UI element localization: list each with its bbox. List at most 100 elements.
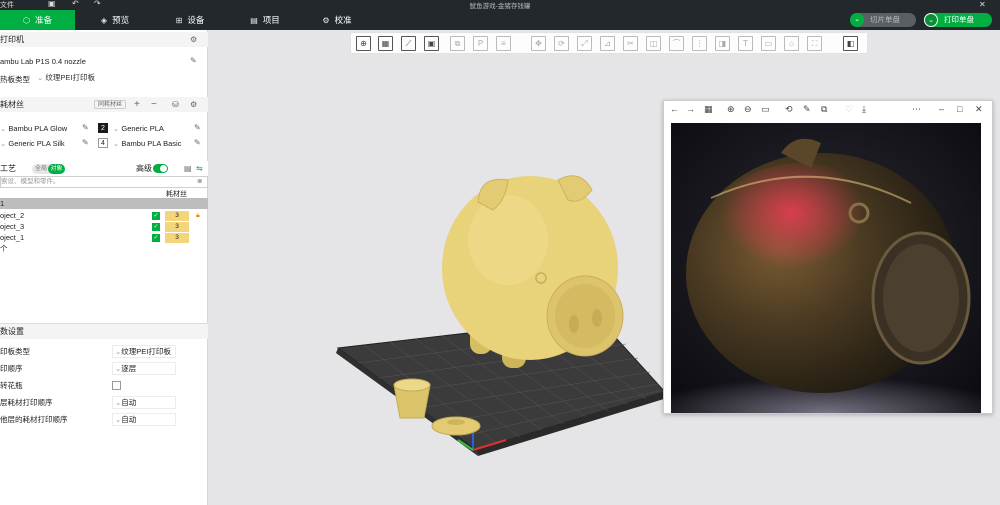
other-layer-order-select[interactable]: ⌄自动 bbox=[112, 413, 176, 426]
grid-arrange-icon[interactable]: ▦ bbox=[378, 36, 393, 51]
filament-section-header: 耗材丝 同耗材丝 + − ⛁ ⚙ bbox=[0, 97, 208, 112]
print-sequence-select[interactable]: ⌄逐层 bbox=[112, 362, 176, 375]
top-bar: 文件 ▣ ↶ ↷ 鱿鱼游戏-金猪存钱罐 ✕ ⬡ 准备 ◈ 预览 ⊞ 设备 ▤ 项目 ⚙ 校… bbox=[0, 0, 1000, 30]
plate-type-select[interactable]: ⌄ 纹理PEI打印板 bbox=[34, 72, 202, 85]
visible-checkbox[interactable]: ✓ bbox=[152, 212, 160, 220]
zoom-in-icon[interactable]: ⊕ bbox=[727, 104, 735, 115]
gear-icon[interactable]: ⚙ bbox=[190, 97, 197, 112]
fit-icon[interactable]: ▭ bbox=[761, 104, 770, 115]
photo-viewer-window[interactable]: ← → ▦ ⊕ ⊖ ▭ ⟲ ✎ ⧉ ♡ ⤓ ⋯ – □ ✕ bbox=[663, 100, 993, 414]
print-plate-button[interactable]: ⌄ 打印单盘 bbox=[924, 13, 992, 27]
crop-icon[interactable]: ⧉ bbox=[821, 104, 827, 115]
tab-project[interactable]: ▤ 项目 bbox=[240, 10, 290, 30]
split-view-icon[interactable]: ◧ bbox=[843, 36, 858, 51]
params-section-header: 数设置 bbox=[0, 323, 208, 339]
plate-type-param-select[interactable]: ⌄纹理PEI打印板 bbox=[112, 345, 176, 358]
fit-view-icon[interactable]: ⛶ bbox=[807, 36, 822, 51]
back-icon[interactable]: ← bbox=[670, 104, 679, 114]
list-icon[interactable]: ≡ bbox=[496, 36, 511, 51]
object-filament[interactable]: 3 bbox=[165, 222, 189, 232]
table-row[interactable]: oject_1 ✓ 3 bbox=[0, 232, 208, 243]
edit-icon[interactable]: ✎ bbox=[194, 123, 201, 132]
paste-icon[interactable]: P bbox=[473, 36, 488, 51]
filament-name: ⌄ Generic PLA Silk bbox=[0, 139, 65, 148]
boolean-icon[interactable]: ◫ bbox=[646, 36, 661, 51]
printer-row: ambu Lab P1S 0.4 nozzle ✎ bbox=[0, 55, 208, 70]
save-icon[interactable]: ⤓ bbox=[862, 104, 866, 115]
tab-preview[interactable]: ◈ 预览 bbox=[90, 10, 140, 30]
lock-icon[interactable]: 🔒︎ bbox=[196, 210, 200, 221]
text-icon[interactable]: T bbox=[738, 36, 753, 51]
edit-icon[interactable]: ✎ bbox=[190, 56, 197, 65]
clear-icon[interactable]: ⊗ bbox=[197, 177, 202, 187]
zoom-out-icon[interactable]: ⊖ bbox=[744, 104, 752, 115]
left-panel: 打印机 ⚙ ambu Lab P1S 0.4 nozzle ✎ 热板类型 ⌄ 纹… bbox=[0, 30, 208, 505]
forward-icon[interactable]: → bbox=[686, 104, 695, 114]
printer-name[interactable]: ambu Lab P1S 0.4 nozzle bbox=[0, 57, 86, 66]
rotate-icon[interactable]: ⟳ bbox=[554, 36, 569, 51]
orient-icon[interactable]: ⟋ bbox=[401, 36, 416, 51]
table-row[interactable]: oject_3 ✓ 3 bbox=[0, 221, 208, 232]
color-paint-icon[interactable]: ◨ bbox=[715, 36, 730, 51]
lay-flat-icon[interactable]: ⊿ bbox=[600, 36, 615, 51]
list-icon[interactable]: ▤ bbox=[184, 161, 192, 176]
filament-swatch-4[interactable]: 4 bbox=[98, 138, 108, 148]
global-object-toggle[interactable]: 全局 对象 bbox=[32, 164, 65, 174]
edit-icon[interactable]: ✎ bbox=[82, 138, 89, 147]
calibration-icon: ⚙ bbox=[322, 16, 330, 25]
support-paint-icon[interactable]: ⌒ bbox=[669, 36, 684, 51]
edit-icon[interactable]: ✎ bbox=[82, 123, 89, 132]
plate-layout-icon[interactable]: ▣ bbox=[424, 36, 439, 51]
plate-type-row: 热板类型 ⌄ 纹理PEI打印板 bbox=[0, 72, 208, 87]
copy-icon[interactable]: ⧉ bbox=[450, 36, 465, 51]
compare-icon[interactable]: ⇋ bbox=[196, 161, 203, 176]
scale-icon[interactable]: ⤢ bbox=[577, 36, 592, 51]
first-layer-order-select[interactable]: ⌄自动 bbox=[112, 396, 176, 409]
add-object-icon[interactable]: ⊕ bbox=[356, 36, 371, 51]
visible-checkbox[interactable]: ✓ bbox=[152, 223, 160, 231]
cube-icon: ⬡ bbox=[23, 16, 30, 25]
measure-icon[interactable]: ▭ bbox=[761, 36, 776, 51]
edit-icon[interactable]: ✎ bbox=[194, 138, 201, 147]
edit-icon[interactable]: ✎ bbox=[803, 104, 811, 115]
cut-icon[interactable]: ✂ bbox=[623, 36, 638, 51]
more-icon[interactable]: ⋯ bbox=[912, 104, 921, 115]
favorite-icon[interactable]: ♡ bbox=[845, 104, 853, 115]
plug-knob bbox=[447, 419, 465, 425]
maximize-icon[interactable]: □ bbox=[957, 104, 962, 114]
seam-paint-icon[interactable]: ⋮ bbox=[692, 36, 707, 51]
tab-device[interactable]: ⊞ 设备 bbox=[165, 10, 215, 30]
layers-icon: ◈ bbox=[100, 16, 108, 25]
object-filament[interactable]: 3 bbox=[165, 211, 189, 221]
minus-icon[interactable]: − bbox=[151, 97, 157, 112]
gallery-icon[interactable]: ▦ bbox=[704, 104, 713, 115]
search-input[interactable]: 索设、模型和零件。 ⊗ bbox=[0, 176, 208, 188]
tab-calibration[interactable]: ⚙ 校准 bbox=[312, 10, 362, 30]
slice-plate-button[interactable]: ⌄ 切片单盘 bbox=[850, 13, 916, 27]
title-line: 文件 ▣ ↶ ↷ 鱿鱼游戏-金猪存钱罐 ✕ bbox=[0, 0, 1000, 10]
tab-prepare[interactable]: ⬡ 准备 bbox=[0, 10, 75, 30]
advanced-switch[interactable] bbox=[153, 164, 168, 173]
sync-filament-button[interactable]: 同耗材丝 bbox=[94, 100, 127, 109]
close-icon[interactable]: ✕ bbox=[975, 104, 983, 115]
pig-nostril bbox=[569, 315, 579, 333]
move-icon[interactable]: ✥ bbox=[531, 36, 546, 51]
minimize-icon[interactable]: – bbox=[939, 104, 944, 114]
close-icon[interactable]: ✕ bbox=[979, 0, 986, 9]
ams-icon[interactable]: ⛁ bbox=[172, 97, 179, 112]
rotate-icon[interactable]: ⟲ bbox=[785, 104, 793, 115]
filament-item[interactable]: ⌄ Bambu PLA Basic ✎ bbox=[113, 137, 208, 151]
filament-swatch-2[interactable]: 2 bbox=[98, 123, 108, 133]
filament-item[interactable]: ⌄ Generic PLA ✎ bbox=[113, 122, 208, 136]
visible-checkbox[interactable]: ✓ bbox=[152, 234, 160, 242]
object-filament[interactable]: 3 bbox=[165, 233, 189, 243]
gear-icon[interactable]: ⚙ bbox=[190, 32, 197, 47]
plate-group-row[interactable]: 1 bbox=[0, 198, 208, 209]
table-row[interactable]: oject_2 ✓ 3 🔒︎ bbox=[0, 210, 208, 221]
plus-icon[interactable]: + bbox=[134, 97, 140, 112]
filament-name: ⌄ Bambu PLA Glow bbox=[0, 124, 68, 133]
assembly-icon[interactable]: ⌂ bbox=[784, 36, 799, 51]
chevron-down-icon: ⌄ bbox=[850, 13, 864, 27]
spiral-vase-checkbox[interactable] bbox=[112, 381, 121, 390]
coin-cup-rim bbox=[393, 378, 431, 392]
